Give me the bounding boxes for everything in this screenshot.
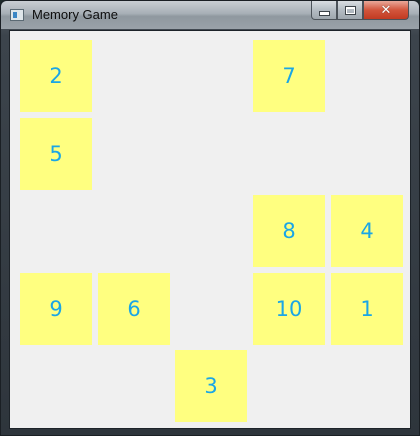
memory-card[interactable]: 5: [20, 118, 92, 190]
memory-card[interactable]: 9: [20, 273, 92, 345]
maximize-icon: [344, 5, 356, 15]
title-bar[interactable]: Memory Game ✕: [1, 1, 419, 29]
memory-card[interactable]: 1: [331, 273, 403, 345]
minimize-button[interactable]: [311, 1, 337, 20]
app-window: Memory Game ✕ 2 7 5 8 4 9 6 10 1 3: [0, 0, 420, 436]
memory-card[interactable]: 7: [253, 40, 325, 112]
game-board: 2 7 5 8 4 9 6 10 1 3: [9, 30, 411, 429]
close-button[interactable]: ✕: [363, 1, 409, 20]
memory-card[interactable]: 6: [98, 273, 170, 345]
memory-card[interactable]: 8: [253, 195, 325, 267]
memory-card[interactable]: 4: [331, 195, 403, 267]
minimize-icon: [318, 11, 330, 16]
window-title: Memory Game: [32, 7, 118, 22]
app-icon[interactable]: [10, 9, 24, 21]
memory-card[interactable]: 10: [253, 273, 325, 345]
memory-card[interactable]: 3: [175, 350, 247, 422]
close-icon: ✕: [380, 2, 392, 18]
memory-card[interactable]: 2: [20, 40, 92, 112]
maximize-button[interactable]: [337, 1, 363, 20]
